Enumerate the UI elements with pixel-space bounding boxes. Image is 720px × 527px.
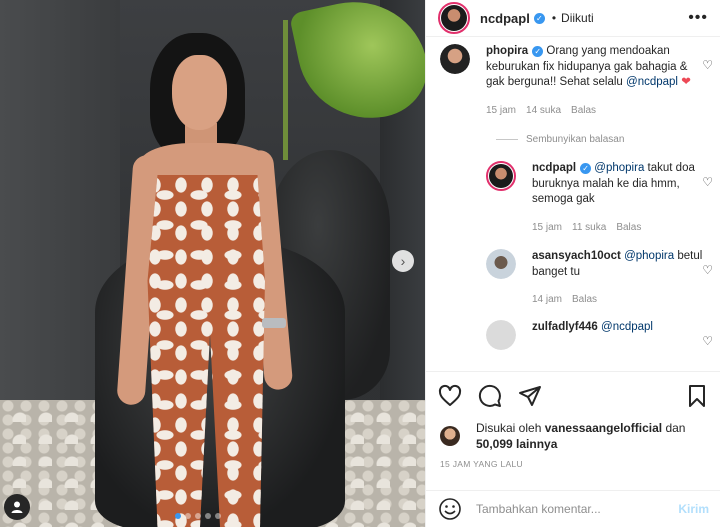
reply-button[interactable]: Balas (616, 220, 641, 236)
avatar-image (441, 5, 467, 31)
person-jumpsuit (147, 175, 265, 527)
carousel-next-button[interactable]: › (392, 250, 414, 272)
post-timestamp: 15 JAM YANG LALU (440, 459, 523, 469)
photo-person (110, 25, 300, 527)
emoji-smiley-icon[interactable] (438, 497, 462, 521)
header-separator: • (551, 11, 557, 25)
comment-meta: 15 jam 14 suka Balas (486, 103, 691, 119)
bookmark-save-icon[interactable] (685, 384, 709, 408)
hide-replies-line (496, 139, 518, 140)
reply-avatar[interactable] (486, 319, 516, 350)
like-heart-icon[interactable] (438, 384, 462, 408)
likes-summary: Disukai oleh vanessaangelofficial dan 50… (440, 420, 685, 452)
add-comment-input[interactable] (476, 502, 676, 516)
comment-mention-link[interactable]: @ncdpapl (626, 76, 678, 88)
likes-text: Disukai oleh vanessaangelofficial dan 50… (476, 420, 685, 452)
person-face (172, 55, 227, 130)
user-tag-icon[interactable] (4, 494, 30, 520)
liker-username[interactable]: vanessaangelofficial (545, 421, 662, 435)
comment-bubble-icon[interactable] (478, 384, 502, 408)
reply-time: 15 jam (532, 221, 563, 233)
verified-badge-icon: ✓ (580, 163, 592, 174)
avatar-image (486, 319, 516, 350)
person-silhouette-icon (11, 501, 23, 513)
reply-avatar[interactable] (486, 161, 516, 191)
reply-item: zulfadlyf446 @ncdpapl ♡ (472, 319, 720, 350)
reply-item: asansyach10oct @phopira betul banget tu … (472, 249, 720, 308)
carousel-dot (195, 513, 201, 519)
avatar-image (440, 44, 470, 74)
reply-button[interactable]: Balas (572, 292, 597, 308)
hide-replies-button[interactable]: Sembunyikan balasan (496, 134, 720, 145)
more-options-icon[interactable]: ••• (688, 9, 708, 27)
reply-mention-link[interactable]: @phopira (594, 162, 644, 174)
post-photo[interactable]: › (0, 0, 425, 527)
carousel-dot (205, 513, 211, 519)
liker-avatar[interactable] (440, 426, 460, 446)
reply-avatar[interactable] (486, 249, 516, 279)
reply-time: 14 jam (532, 294, 563, 305)
likes-prefix: Disukai oleh (476, 421, 542, 435)
post-side-panel: ncdpapl ✓ • Diikuti ••• phopira ✓ Orang y… (425, 0, 720, 527)
reply-username[interactable]: ncdpapl (532, 162, 576, 174)
comments-list: phopira ✓ Orang yang mendoakan keburukan … (426, 44, 720, 370)
header-username[interactable]: ncdpapl (480, 11, 530, 26)
avatar-image (489, 164, 513, 188)
likes-conj: dan (665, 421, 686, 435)
reply-button[interactable]: Balas (571, 103, 596, 119)
red-heart-emoji: ❤ (681, 76, 691, 88)
comment-like-heart-icon[interactable]: ♡ (702, 58, 713, 72)
reply-likes[interactable]: 11 suka (572, 220, 606, 236)
reply-like-heart-icon[interactable]: ♡ (702, 263, 713, 277)
reply-meta: 14 jam Balas (532, 292, 707, 308)
comment-likes[interactable]: 14 suka (526, 103, 561, 119)
reply-mention-link[interactable]: @phopira (624, 250, 674, 262)
reply-mention-link[interactable]: @ncdpapl (601, 321, 653, 333)
avatar-image (486, 249, 516, 279)
hide-replies-label[interactable]: Sembunyikan balasan (526, 134, 624, 145)
reply-body: asansyach10oct @phopira betul banget tu … (532, 249, 707, 308)
comment-time: 15 jam (486, 104, 517, 116)
post-actions-bar (426, 371, 720, 419)
reply-username[interactable]: zulfadlyf446 (532, 321, 598, 333)
comment-avatar[interactable] (440, 44, 470, 74)
follow-status-button[interactable]: Diikuti (561, 11, 594, 25)
carousel-dot (175, 513, 181, 519)
likes-count-link[interactable]: 50,099 lainnya (476, 437, 557, 451)
verified-badge-icon: ✓ (532, 46, 544, 57)
post-header: ncdpapl ✓ • Diikuti ••• (426, 0, 720, 37)
comment-item: phopira ✓ Orang yang mendoakan keburukan … (426, 44, 720, 118)
header-avatar[interactable] (438, 2, 470, 34)
reply-like-heart-icon[interactable]: ♡ (702, 334, 713, 348)
carousel-dot (215, 513, 221, 519)
share-paper-plane-icon[interactable] (518, 384, 542, 408)
verified-badge-icon: ✓ (533, 12, 545, 24)
reply-item: ncdpapl ✓ @phopira takut doa buruknya mal… (472, 161, 720, 235)
reply-username[interactable]: asansyach10oct (532, 250, 621, 262)
post-comment-button[interactable]: Kirim (678, 502, 709, 516)
reply-body: ncdpapl ✓ @phopira takut doa buruknya mal… (532, 161, 707, 235)
reply-meta: 15 jam 11 suka Balas (532, 220, 707, 236)
comment-username[interactable]: phopira (486, 45, 528, 57)
add-comment-bar: Kirim (426, 490, 720, 527)
reply-like-heart-icon[interactable]: ♡ (702, 175, 713, 189)
comment-body: phopira ✓ Orang yang mendoakan keburukan … (486, 44, 691, 118)
carousel-dots (175, 513, 221, 519)
reply-body: zulfadlyf446 @ncdpapl (532, 320, 707, 350)
carousel-dot (185, 513, 191, 519)
person-watch (262, 318, 286, 328)
